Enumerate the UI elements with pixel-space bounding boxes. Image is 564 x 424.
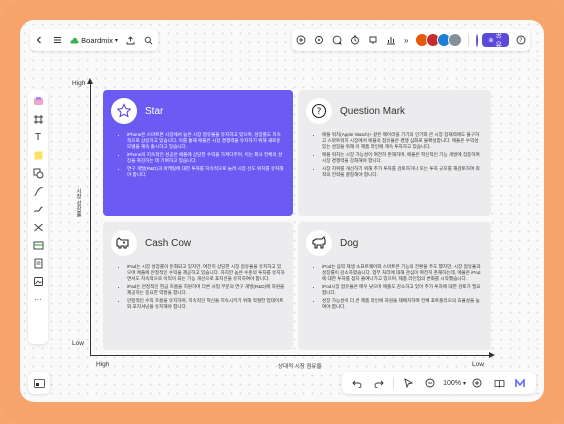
list-item: iPod시장 점유율은 매우 낮으며 매출도 감소하고 있어 추가 투자에 대한… bbox=[322, 284, 483, 296]
top-bar: Boardmix ▾ » ⊕ 공유 ? bbox=[20, 20, 544, 60]
app-name: Boardmix bbox=[81, 35, 113, 45]
list-item: iPad는 시장 성장률이 둔화되고 있지만, 여전히 상당한 시장 점유율을 … bbox=[127, 264, 285, 283]
search-icon[interactable] bbox=[144, 33, 154, 47]
file-toolbar: Boardmix ▾ bbox=[30, 29, 158, 51]
minimap-icon bbox=[33, 378, 45, 388]
redo-icon[interactable] bbox=[372, 376, 386, 390]
zoom-in-icon[interactable] bbox=[470, 376, 484, 390]
svg-text:?: ? bbox=[317, 107, 322, 117]
table-icon[interactable] bbox=[31, 238, 45, 252]
list-item: iPod는 음악 재생 소프트웨어와 스마트폰 기능의 전환을 주도 했지만, … bbox=[322, 264, 483, 283]
star-icon bbox=[111, 98, 137, 124]
timer-icon[interactable] bbox=[350, 33, 360, 47]
quadrant-star[interactable]: Star iPhone은 스마트폰 시장에서 높은 시장 점유율을 유지하고 있… bbox=[103, 90, 293, 216]
svg-text:?: ? bbox=[519, 37, 522, 44]
cow-icon bbox=[111, 230, 137, 256]
chevron-down-icon[interactable]: ▾ bbox=[463, 380, 466, 387]
y-axis-arrow bbox=[87, 78, 93, 84]
user-add-icon: ⊕ bbox=[488, 37, 494, 44]
quadrant-title: Star bbox=[145, 105, 164, 117]
quadrant-cash-cow[interactable]: Cash Cow iPad는 시장 성장률이 둔화되고 있지만, 여전히 상당한… bbox=[103, 222, 293, 350]
quadrant-title: Question Mark bbox=[340, 105, 406, 117]
templates-icon[interactable] bbox=[31, 94, 45, 108]
y-axis-line bbox=[90, 82, 91, 356]
question-mark-icon: ? bbox=[306, 98, 332, 124]
user-avatar[interactable] bbox=[474, 32, 479, 48]
more-tools-icon[interactable]: ··· bbox=[31, 292, 45, 306]
book-icon[interactable] bbox=[492, 376, 506, 390]
pen-icon[interactable] bbox=[31, 202, 45, 216]
board-title[interactable]: Boardmix ▾ bbox=[70, 36, 118, 45]
document-icon[interactable] bbox=[31, 256, 45, 270]
list-item: 시장 지위를 개선하기 위해 추가 투자를 검토하거나 또는 투자 규모를 재검… bbox=[322, 166, 483, 178]
list-item: 성장 가능성이 더 큰 제품 라인에 자원을 재배치하여 전체 포트폴리오의 효… bbox=[322, 298, 483, 310]
media-icon[interactable] bbox=[31, 274, 45, 288]
cursor-icon[interactable] bbox=[401, 376, 415, 390]
list-item: iPhone은 스마트폰 시장에서 높은 시장 점유율을 유지하고 있으며, 성… bbox=[127, 132, 285, 151]
list-item: 애플 워치는 시장 가능성이 여전히 존재하며, 애플은 혁신적인 기능 개발에… bbox=[322, 152, 483, 164]
chevron-left-icon[interactable] bbox=[34, 33, 44, 47]
quadrant-list: 애플 워치(Apple Watch)+ 같은 웨어러블 기기의 인기와 큰 시장… bbox=[306, 132, 483, 178]
list-item: 애플 워치(Apple Watch)+ 같은 웨어러블 기기의 인기와 큰 시장… bbox=[322, 132, 483, 151]
app-window: Boardmix ▾ » ⊕ 공유 ? T ··· High Low 시장 성장… bbox=[20, 20, 544, 402]
share-button[interactable]: ⊕ 공유 bbox=[481, 32, 509, 49]
chart-icon[interactable] bbox=[386, 33, 396, 47]
x-axis-high-label: High bbox=[96, 361, 110, 368]
chevron-down-icon: ▾ bbox=[114, 37, 118, 44]
quadrant-list: iPad는 시장 성장률이 둔화되고 있지만, 여전히 상당한 시장 점유율을 … bbox=[111, 264, 285, 310]
minimap-button[interactable] bbox=[28, 372, 50, 394]
sticky-note-icon[interactable] bbox=[31, 148, 45, 162]
x-axis-line bbox=[90, 355, 490, 356]
share-label: 공유 bbox=[495, 32, 502, 49]
boardmix-ai-icon[interactable] bbox=[514, 376, 528, 390]
y-axis-low-label: Low bbox=[72, 340, 84, 347]
collaborator-avatars[interactable] bbox=[415, 33, 463, 47]
divider bbox=[393, 377, 395, 389]
hamburger-menu-icon[interactable] bbox=[52, 33, 62, 47]
quadrant-dog[interactable]: Dog iPod는 음악 재생 소프트웨어와 스마트폰 기능의 전환을 주도 했… bbox=[298, 222, 491, 350]
add-icon[interactable] bbox=[296, 33, 306, 47]
list-item: 안정적인 수익 흐름을 유지하며, 지속적인 혁신을 지속시키기 위해 적절한 … bbox=[127, 298, 285, 310]
quadrant-question-mark[interactable]: ? Question Mark 애플 워치(Apple Watch)+ 같은 웨… bbox=[298, 90, 491, 216]
export-icon[interactable] bbox=[126, 33, 136, 47]
avatar bbox=[448, 33, 463, 47]
list-item: iPhone의 지속적인 성공은 애플에 상당한 수익을 가져다주며, 이는 회… bbox=[127, 152, 285, 164]
left-toolbar: T ··· bbox=[28, 90, 48, 344]
list-item: iPad는 안정적인 현금 흐름을 지원하며 다른 사업 부문의 연구 개발(R… bbox=[127, 284, 285, 296]
quadrant-title: Cash Cow bbox=[145, 237, 192, 249]
text-icon[interactable]: T bbox=[31, 130, 45, 144]
x-axis-arrow bbox=[489, 352, 495, 358]
shape-icon[interactable] bbox=[31, 166, 45, 180]
collab-toolbar: » ⊕ 공유 ? bbox=[292, 29, 530, 51]
quadrant-list: iPhone은 스마트폰 시장에서 높은 시장 점유율을 유지하고 있으며, 성… bbox=[111, 132, 285, 178]
quadrant-list: iPod는 음악 재생 소프트웨어와 스마트폰 기능의 전환을 주도 했지만, … bbox=[306, 264, 483, 310]
comment-icon[interactable] bbox=[332, 33, 342, 47]
frame-icon[interactable] bbox=[31, 112, 45, 126]
dog-icon bbox=[306, 230, 332, 256]
x-axis-low-label: Low bbox=[472, 361, 484, 368]
undo-icon[interactable] bbox=[350, 376, 364, 390]
present-icon[interactable] bbox=[368, 33, 378, 47]
cloud-icon bbox=[70, 37, 79, 43]
more-icon[interactable]: » bbox=[404, 33, 408, 47]
ai-icon[interactable] bbox=[314, 33, 324, 47]
list-item: 연구 개발(R&D)과 마케팅에 대한 투자를 지속적으로 늘려 시장 선도 위… bbox=[127, 166, 285, 178]
help-icon[interactable]: ? bbox=[516, 33, 526, 47]
quadrant-title: Dog bbox=[340, 237, 359, 249]
zoom-level[interactable]: 100% bbox=[443, 380, 461, 387]
connector-icon[interactable] bbox=[31, 184, 45, 198]
x-axis-title: 상대적 시장 점유율 bbox=[278, 364, 322, 370]
bottom-toolbar: 100% ▾ bbox=[342, 372, 536, 394]
mindmap-icon[interactable] bbox=[31, 220, 45, 234]
y-axis-high-label: High bbox=[72, 80, 86, 87]
y-axis-title: 시장 성장률 bbox=[75, 188, 81, 218]
zoom-out-icon[interactable] bbox=[423, 376, 437, 390]
